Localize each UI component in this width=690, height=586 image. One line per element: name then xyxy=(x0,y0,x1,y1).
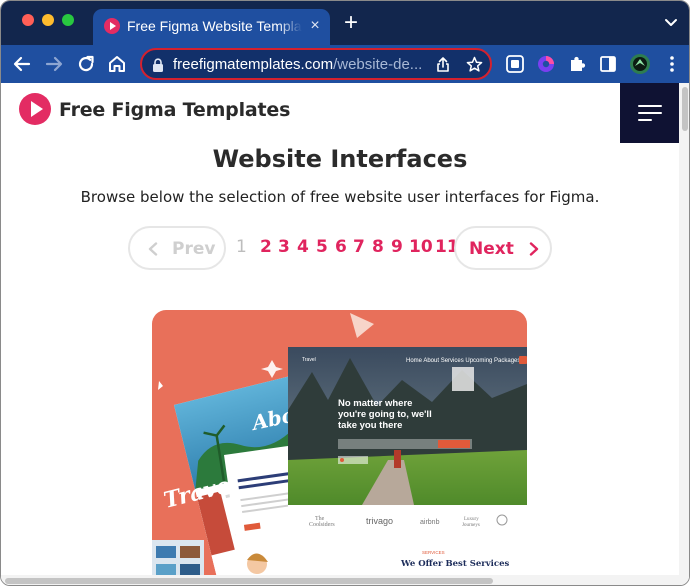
svg-text:We Offer Best Services: We Offer Best Services xyxy=(400,559,509,569)
page-subtitle: Browse below the selection of free websi… xyxy=(80,188,600,206)
browser-toolbar: freefigmatemplates.com/website-de... xyxy=(1,45,689,83)
new-tab-button[interactable]: + xyxy=(339,11,363,35)
site-logo-text[interactable]: Free Figma Templates xyxy=(59,99,290,121)
extension-color-icon[interactable] xyxy=(535,53,557,75)
page-viewport: Free Figma Templates Website Interfaces … xyxy=(1,83,689,585)
svg-text:Journeys: Journeys xyxy=(462,523,480,528)
share-icon[interactable] xyxy=(435,56,451,73)
pagination: Prev 1 2 3 4 5 6 7 8 9 10 11 Next xyxy=(1,226,679,272)
browser-window: Free Figma Website Templates × + freefig… xyxy=(0,0,690,586)
svg-text:No matter where: No matter where xyxy=(338,398,412,409)
url-text[interactable]: freefigmatemplates.com/website-de... xyxy=(173,56,429,73)
puzzle-extensions-icon[interactable] xyxy=(566,53,588,75)
tab-strip: Free Figma Website Templates × + xyxy=(1,1,689,45)
horizontal-scrollbar[interactable] xyxy=(1,575,679,585)
svg-text:Travel: Travel xyxy=(302,357,316,363)
next-page-button[interactable]: Next xyxy=(454,226,552,270)
chevron-down-icon[interactable] xyxy=(661,13,681,33)
page-link-current: 1 xyxy=(236,237,247,257)
browser-tab-active[interactable]: Free Figma Website Templates × xyxy=(93,9,330,45)
bookmark-star-icon[interactable] xyxy=(466,56,483,73)
prev-label: Prev xyxy=(172,239,216,259)
vertical-scrollbar[interactable] xyxy=(679,83,689,585)
tab-title: Free Figma Website Templates xyxy=(127,18,302,34)
chevron-right-icon xyxy=(529,242,539,256)
tab-close-icon[interactable]: × xyxy=(305,16,325,36)
svg-text:take you there: take you there xyxy=(338,420,402,431)
home-icon[interactable] xyxy=(106,53,128,75)
extension-reader-icon[interactable] xyxy=(504,53,526,75)
svg-text:SERVICES: SERVICES xyxy=(422,550,445,555)
page-title: Website Interfaces xyxy=(212,145,468,173)
profile-avatar-icon[interactable] xyxy=(629,53,651,75)
maximize-window-button[interactable] xyxy=(62,14,74,26)
page-link[interactable]: 9 xyxy=(391,237,403,257)
template-preview-art: About Travel Travel Home About Services … xyxy=(152,313,527,585)
site-logo-icon[interactable] xyxy=(19,93,51,125)
play-logo-icon xyxy=(104,18,120,34)
svg-text:Luxury: Luxury xyxy=(464,517,479,522)
svg-text:airbnb: airbnb xyxy=(420,519,440,526)
svg-text:trivago: trivago xyxy=(366,516,393,526)
url-path: /website-de... xyxy=(333,56,423,73)
minimize-window-button[interactable] xyxy=(42,14,54,26)
close-window-button[interactable] xyxy=(22,14,34,26)
template-preview-image[interactable]: About Travel Travel Home About Services … xyxy=(152,310,527,585)
hamburger-icon[interactable] xyxy=(620,83,679,143)
prev-page-button[interactable]: Prev xyxy=(128,226,226,270)
next-label: Next xyxy=(469,239,514,259)
page-link[interactable]: 6 xyxy=(335,237,347,257)
svg-text:Coolsiders: Coolsiders xyxy=(309,522,335,528)
back-arrow-icon[interactable] xyxy=(11,53,33,75)
forward-arrow-icon[interactable] xyxy=(43,53,65,75)
svg-text:you're going to, we'll: you're going to, we'll xyxy=(338,409,432,420)
more-vertical-icon[interactable] xyxy=(661,53,683,75)
page-link[interactable]: 10 xyxy=(409,237,433,257)
page-link[interactable]: 2 xyxy=(260,237,272,257)
page-link[interactable]: 4 xyxy=(297,237,309,257)
address-bar[interactable]: freefigmatemplates.com/website-de... xyxy=(140,48,492,80)
page-link[interactable]: 7 xyxy=(353,237,365,257)
page-link[interactable]: 8 xyxy=(372,237,384,257)
chevron-left-icon xyxy=(148,242,158,256)
svg-text:Home About Services Upcomin: Home About Services Upcoming Packages xyxy=(406,358,520,364)
lock-icon[interactable] xyxy=(152,58,164,72)
page-link[interactable]: 3 xyxy=(278,237,290,257)
side-panel-icon[interactable] xyxy=(597,53,619,75)
reload-icon[interactable] xyxy=(75,53,97,75)
url-host: freefigmatemplates.com xyxy=(173,56,334,73)
page-link[interactable]: 5 xyxy=(316,237,328,257)
